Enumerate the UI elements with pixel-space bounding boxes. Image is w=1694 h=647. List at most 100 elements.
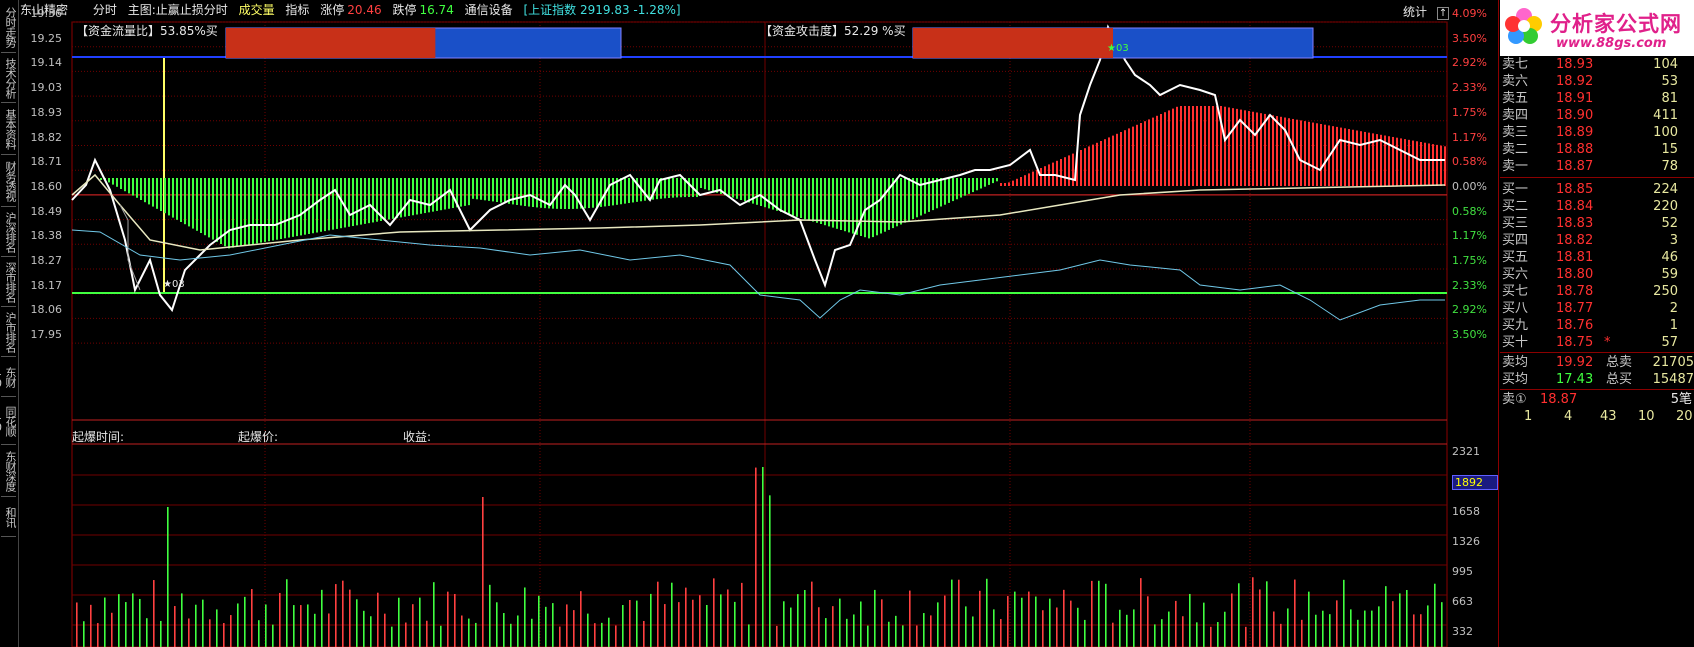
volume-bar: [160, 620, 162, 647]
volume-bar: [279, 592, 281, 647]
flow-bar: [492, 178, 494, 202]
flow-bar: [352, 178, 354, 227]
volume-bar: [489, 584, 491, 647]
buy-volume: 220: [1653, 199, 1678, 214]
volume-bar: [587, 613, 589, 647]
queue-value: 20: [1676, 409, 1693, 424]
flow-bar: [184, 178, 186, 225]
volume-bar: [1427, 605, 1429, 647]
flow-bar: [252, 178, 254, 245]
volume-bar: [377, 592, 379, 647]
flow-bar: [384, 178, 386, 221]
volume-bar: [1315, 614, 1317, 647]
volume-axis: 2321 1892 1658 1326 995 663 332: [1448, 420, 1503, 647]
volume-bar: [909, 590, 911, 647]
buy-row[interactable]: 买六 18.80 59: [1500, 266, 1694, 283]
queue-value: 4: [1564, 409, 1573, 424]
flow-bar: [816, 178, 818, 223]
price-tick: 18.71: [30, 155, 63, 169]
volume-bar: [398, 597, 400, 647]
flow-bar: [992, 178, 994, 184]
volume-bar: [979, 590, 981, 647]
flow-bar: [1396, 137, 1398, 186]
flow-bar: [136, 178, 138, 198]
percent-tick: 0.58%: [1452, 204, 1487, 218]
flow-bar: [1012, 180, 1014, 186]
volume-bar: [1049, 598, 1051, 647]
flow-bar: [1332, 126, 1334, 186]
volume-bar: [1357, 619, 1359, 647]
flow-bar: [1208, 106, 1210, 186]
buy-volume: 250: [1653, 284, 1678, 299]
flow-bar: [1020, 177, 1022, 186]
flow-bar: [1340, 127, 1342, 186]
flow-bar: [436, 178, 438, 211]
sell-row[interactable]: 卖五 18.91 81: [1500, 90, 1694, 107]
sell-row[interactable]: 卖三 18.89 100: [1500, 124, 1694, 141]
buy-row[interactable]: 买八 18.77 2: [1500, 300, 1694, 317]
flow-bar: [704, 178, 706, 190]
volume-bar: [615, 625, 617, 647]
volume-bar: [930, 615, 932, 647]
flow-bar: [1100, 141, 1102, 186]
volume-bar: [1105, 583, 1107, 647]
flow-bar: [536, 178, 538, 208]
buy-volume: 46: [1661, 250, 1678, 265]
flow-bar: [1256, 112, 1258, 186]
queue-label: 卖①: [1502, 392, 1527, 407]
summary-total: 21705: [1652, 355, 1694, 370]
buy-row[interactable]: 买五 18.81 46: [1500, 249, 1694, 266]
volume-bar: [762, 467, 764, 647]
flow-bar: [1080, 150, 1082, 186]
flow-bar: [1088, 146, 1090, 186]
buy-price: 18.81: [1556, 250, 1594, 265]
buy-row[interactable]: 买十 18.75 * 57: [1500, 334, 1694, 351]
flow-bar: [396, 178, 398, 219]
volume-bar: [440, 625, 442, 647]
volume-bar: [1336, 600, 1338, 647]
buy-row[interactable]: 买一 18.85 224: [1500, 181, 1694, 198]
volume-bar: [272, 624, 274, 647]
flow-bar: [304, 178, 306, 235]
volume-bar: [1259, 589, 1261, 647]
summary-label: 买均: [1502, 372, 1529, 387]
flow-bar: [328, 178, 330, 231]
buy-row[interactable]: 买七 18.78 250: [1500, 283, 1694, 300]
volume-bar: [867, 625, 869, 647]
flow-bar: [1008, 182, 1010, 186]
flow-bar: [1404, 139, 1406, 186]
flow-bar: [288, 178, 290, 238]
buy-price: 18.78: [1556, 284, 1594, 299]
buy-row[interactable]: 买二 18.84 220: [1500, 198, 1694, 215]
flow-bar: [680, 178, 682, 198]
flow-bar: [1380, 134, 1382, 186]
volume-bar: [818, 607, 820, 647]
flow-bar: [1176, 106, 1178, 186]
sell-row[interactable]: 卖二 18.88 15: [1500, 141, 1694, 158]
flow-bar: [320, 178, 322, 232]
flow-bar: [368, 178, 370, 224]
percent-tick: 3.50%: [1452, 31, 1487, 45]
percent-tick: 3.50%: [1452, 328, 1487, 342]
sell-row[interactable]: 卖一 18.87 78: [1500, 158, 1694, 175]
buy-row[interactable]: 买三 18.83 52: [1500, 215, 1694, 232]
sell-row[interactable]: 卖七 18.93 104: [1500, 56, 1694, 73]
flow-bar: [236, 178, 238, 247]
point-label-2: ★03: [1107, 43, 1129, 54]
sell-row[interactable]: 卖六 18.92 53: [1500, 73, 1694, 90]
volume-bar: [97, 623, 99, 647]
flow-bar: [744, 178, 746, 202]
volume-bar: [895, 615, 897, 647]
volume-bar: [853, 614, 855, 647]
percent-axis: 4.09% 3.50% 2.92% 2.33% 1.75% 1.17% 0.58% 0.00%…: [1448, 0, 1503, 420]
queue-row[interactable]: 卖① 18.87 5笔: [1500, 391, 1694, 408]
buy-row[interactable]: 买四 18.82 3: [1500, 232, 1694, 249]
flow-bar: [644, 178, 646, 201]
order-book-divider: [1500, 389, 1694, 390]
flow-bar: [900, 178, 902, 225]
buy-row[interactable]: 买九 18.76 1: [1500, 317, 1694, 334]
flow-bar: [116, 178, 118, 187]
flow-bar: [164, 178, 166, 214]
sell-row[interactable]: 卖四 18.90 411: [1500, 107, 1694, 124]
flow-bar: [1432, 144, 1434, 186]
